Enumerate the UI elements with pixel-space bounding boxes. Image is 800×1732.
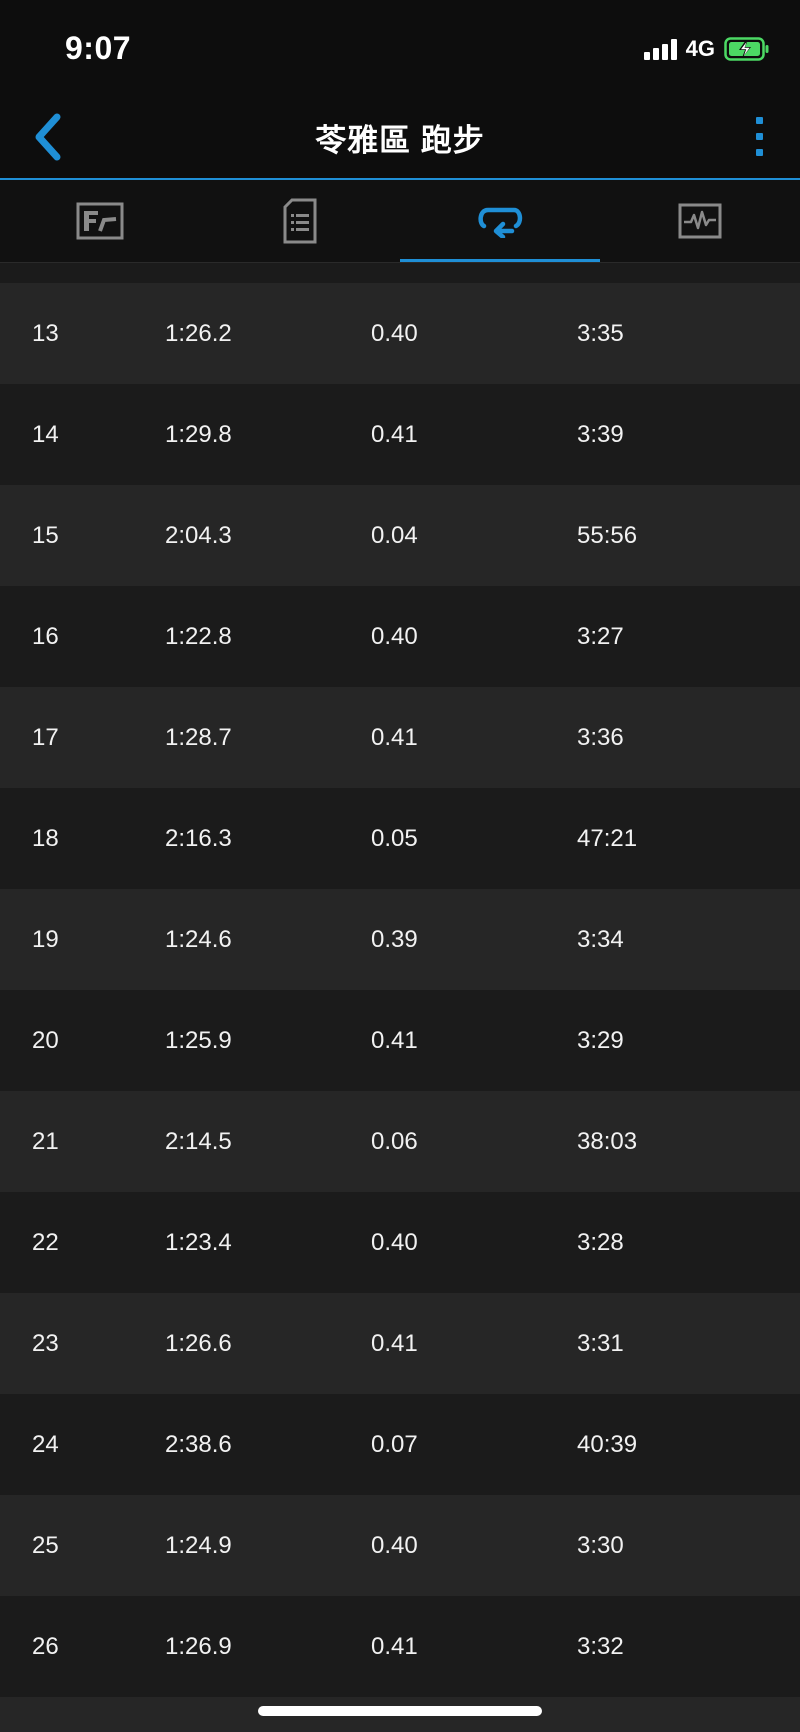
lap-time: 1:28.7	[165, 723, 232, 751]
navigation-bar: 苓雅區 跑步	[0, 95, 800, 180]
lap-pace: 3:39	[577, 420, 624, 448]
lap-time: 2:38.6	[165, 1430, 232, 1458]
lap-pace: 3:32	[577, 1632, 624, 1660]
lap-distance: 0.41	[371, 1026, 418, 1054]
lap-number: 18	[32, 824, 59, 852]
lap-pace: 3:30	[577, 1531, 624, 1559]
network-type: 4G	[685, 36, 715, 61]
lap-distance: 0.40	[371, 1531, 418, 1559]
status-indicators: 4G	[643, 36, 770, 62]
laps-loop-icon	[478, 207, 523, 238]
status-bar: 9:07 4G	[0, 0, 800, 95]
lap-distance: 0.06	[371, 1127, 418, 1155]
more-vertical-icon	[756, 117, 763, 156]
lap-distance: 0.41	[371, 723, 418, 751]
lap-time: 1:23.4	[165, 1228, 232, 1256]
lap-number: 20	[32, 1026, 59, 1054]
lap-number: 14	[32, 420, 59, 448]
summary-chart-icon	[76, 202, 124, 240]
lap-time: 2:04.3	[165, 521, 232, 549]
lap-time: 2:14.5	[165, 1127, 232, 1155]
lap-pace: 3:29	[577, 1026, 624, 1054]
table-row[interactable]: 19 1:24.6 0.39 3:34	[0, 889, 800, 990]
lap-distance: 0.04	[371, 521, 418, 549]
table-row[interactable]: 25 1:24.9 0.40 3:30	[0, 1495, 800, 1596]
lap-number: 25	[32, 1531, 59, 1559]
table-row[interactable]: 24 2:38.6 0.07 40:39	[0, 1394, 800, 1495]
lap-distance: 0.41	[371, 1329, 418, 1357]
table-row[interactable]: 16 1:22.8 0.40 3:27	[0, 586, 800, 687]
lap-number: 19	[32, 925, 59, 953]
lap-time: 1:25.9	[165, 1026, 232, 1054]
lap-number: 21	[32, 1127, 59, 1155]
table-row[interactable]: 26 1:26.9 0.41 3:32	[0, 1596, 800, 1697]
lap-number: 22	[32, 1228, 59, 1256]
graphs-pulse-icon	[678, 203, 722, 239]
status-time: 9:07	[65, 30, 132, 66]
lap-pace: 47:21	[577, 824, 638, 852]
tab-summary[interactable]	[0, 180, 200, 262]
table-row[interactable]: 13 1:26.2 0.40 3:35	[0, 283, 800, 384]
lap-time: 1:26.2	[165, 319, 232, 347]
lap-time: 1:22.8	[165, 622, 232, 650]
battery-charging-icon	[724, 37, 769, 61]
lap-number: 24	[32, 1430, 59, 1458]
lap-distance: 0.07	[371, 1430, 418, 1458]
cellular-signal-icon	[643, 38, 677, 60]
lap-time: 1:24.6	[165, 925, 232, 953]
lap-distance: 0.40	[371, 1228, 418, 1256]
page-title: 苓雅區 跑步	[315, 123, 485, 158]
lap-distance: 0.40	[371, 622, 418, 650]
lap-time: 2:16.3	[165, 824, 232, 852]
lap-number: 23	[32, 1329, 59, 1357]
table-row[interactable]: 17 1:28.7 0.41 3:36	[0, 687, 800, 788]
laps-rows: 13 1:26.2 0.40 3:35 14 1:29.8 0.41 3:39 15 2:04.3…	[0, 283, 800, 1697]
lap-pace: 3:36	[577, 723, 624, 751]
lap-time: 1:29.8	[165, 420, 232, 448]
table-row[interactable]: 21 2:14.5 0.06 38:03	[0, 1091, 800, 1192]
home-indicator[interactable]	[258, 1706, 542, 1716]
lap-distance: 0.39	[371, 925, 418, 953]
details-list-icon	[283, 198, 317, 244]
table-row[interactable]: 15 2:04.3 0.04 55:56	[0, 485, 800, 586]
lap-number: 15	[32, 521, 59, 549]
lap-pace: 3:31	[577, 1329, 624, 1357]
lap-number: 16	[32, 622, 59, 650]
table-row[interactable]: 20 1:25.9 0.41 3:29	[0, 990, 800, 1091]
tab-details[interactable]	[200, 180, 400, 262]
tab-bar	[0, 180, 800, 263]
lap-time: 1:26.6	[165, 1329, 232, 1357]
table-row[interactable]: 23 1:26.6 0.41 3:31	[0, 1293, 800, 1394]
lap-number: 26	[32, 1632, 59, 1660]
table-row[interactable]: 22 1:23.4 0.40 3:28	[0, 1192, 800, 1293]
lap-number: 13	[32, 319, 59, 347]
list-top-spacer	[0, 263, 800, 283]
lap-time: 1:24.9	[165, 1531, 232, 1559]
tab-laps[interactable]	[400, 180, 600, 262]
lap-distance: 0.40	[371, 319, 418, 347]
lap-pace: 40:39	[577, 1430, 638, 1458]
lap-pace: 3:27	[577, 622, 624, 650]
lap-pace: 3:28	[577, 1228, 624, 1256]
lap-pace: 38:03	[577, 1127, 638, 1155]
table-row[interactable]: 14 1:29.8 0.41 3:39	[0, 384, 800, 485]
lap-distance: 0.41	[371, 1632, 418, 1660]
lap-distance: 0.05	[371, 824, 418, 852]
lap-pace: 3:34	[577, 925, 624, 953]
lap-pace: 55:56	[577, 521, 638, 549]
lap-number: 17	[32, 723, 59, 751]
more-options-button[interactable]	[740, 107, 780, 167]
lap-distance: 0.41	[371, 420, 418, 448]
laps-list[interactable]: 13 1:26.2 0.40 3:35 14 1:29.8 0.41 3:39 15 2:04.3…	[0, 263, 800, 1732]
lap-pace: 3:35	[577, 319, 624, 347]
table-row[interactable]: 18 2:16.3 0.05 47:21	[0, 788, 800, 889]
tab-graphs[interactable]	[600, 180, 800, 262]
lap-time: 1:26.9	[165, 1632, 232, 1660]
